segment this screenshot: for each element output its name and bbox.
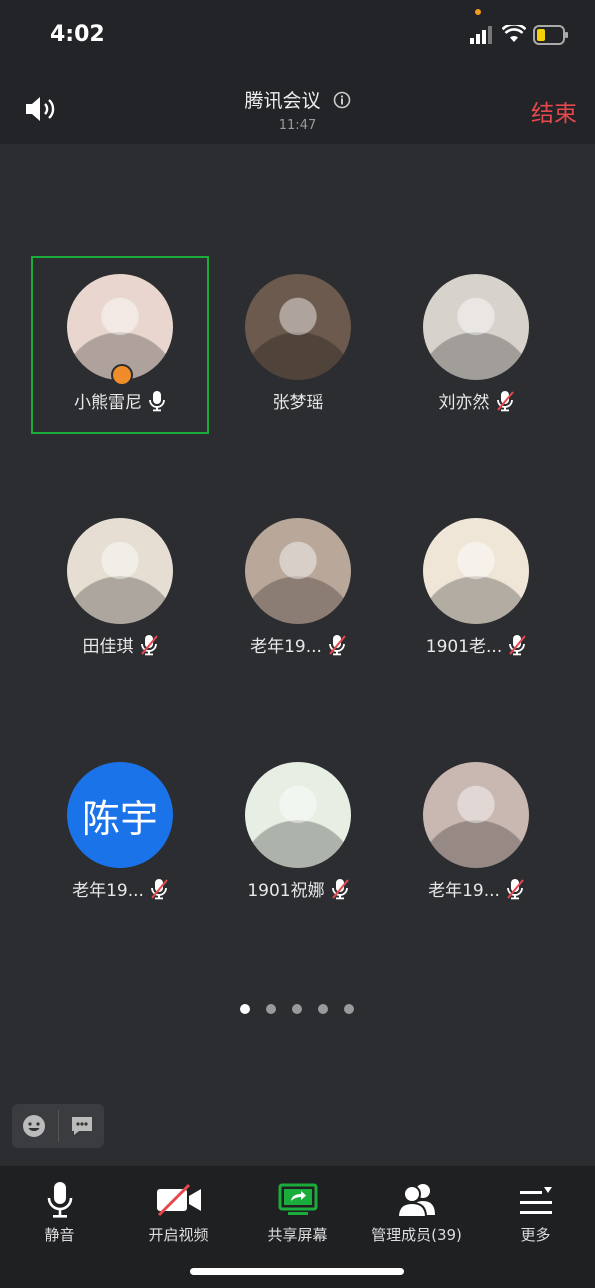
microphone-muted-icon — [496, 390, 514, 411]
host-badge-icon — [111, 364, 133, 386]
mute-label: 静音 — [44, 1226, 75, 1244]
meeting-title[interactable]: 腾讯会议 — [0, 86, 595, 113]
participant-avatar: 陈宇 — [67, 762, 173, 868]
manage-members-label: 管理成员(39) — [371, 1226, 462, 1244]
more-menu-icon — [519, 1187, 552, 1214]
participant-avatar — [245, 518, 351, 624]
participant-tile[interactable]: 张梦瑶 — [209, 256, 387, 434]
share-screen-button[interactable]: 共享屏幕 — [238, 1176, 357, 1245]
participant-name-row: 1901老... — [387, 632, 565, 657]
share-screen-label: 共享屏幕 — [267, 1226, 328, 1244]
participant-tile[interactable]: 刘亦然 — [387, 256, 565, 434]
start-video-button[interactable]: 开启视频 — [119, 1176, 238, 1245]
status-bar: 4:02 — [0, 0, 595, 70]
participant-avatar — [245, 274, 351, 380]
start-video-label: 开启视频 — [148, 1226, 209, 1244]
participant-tile[interactable]: 田佳琪 — [31, 500, 209, 678]
meeting-duration: 11:47 — [278, 118, 317, 133]
participant-name-row: 张梦瑶 — [209, 388, 387, 413]
participant-name: 田佳琪 — [82, 637, 134, 657]
participant-tile[interactable]: 老年19... — [387, 744, 565, 922]
participant-name: 1901祝娜 — [247, 881, 325, 901]
page-dot[interactable] — [292, 1004, 302, 1014]
microphone-muted-icon — [140, 634, 158, 655]
page-indicator[interactable] — [240, 1004, 354, 1014]
meeting-header: 腾讯会议 11:47 结束 — [0, 70, 595, 144]
microphone-icon — [47, 1182, 72, 1218]
page-dot[interactable] — [318, 1004, 328, 1014]
participant-name-row: 老年19... — [209, 632, 387, 657]
avatar-initials: 陈宇 — [81, 796, 158, 841]
participant-avatar — [423, 274, 529, 380]
battery-icon — [533, 25, 568, 45]
participant-tile[interactable]: 小熊雷尼 — [31, 256, 209, 434]
privacy-indicator — [475, 9, 481, 15]
participant-name: 张梦瑶 — [272, 393, 324, 413]
microphone-muted-icon — [509, 634, 527, 655]
participant-name-row: 1901祝娜 — [209, 876, 387, 901]
more-label: 更多 — [520, 1226, 551, 1244]
participant-name: 老年19... — [428, 881, 500, 901]
microphone-muted-icon — [151, 878, 168, 899]
page-dot[interactable] — [266, 1004, 276, 1014]
wifi-icon — [502, 25, 526, 42]
participant-name-row: 老年19... — [387, 876, 565, 901]
participant-name: 老年19... — [72, 881, 144, 901]
video-off-icon — [156, 1183, 201, 1217]
participant-avatar — [67, 518, 173, 624]
info-icon[interactable] — [333, 91, 351, 109]
participant-tile[interactable]: 1901祝娜 — [209, 744, 387, 922]
participant-name: 刘亦然 — [438, 393, 490, 413]
status-time: 4:02 — [50, 22, 105, 47]
microphone-icon — [149, 390, 165, 411]
chat-icon[interactable] — [70, 1115, 94, 1137]
participant-name-row: 老年19... — [31, 876, 209, 901]
microphone-muted-icon — [329, 634, 346, 655]
more-button[interactable]: 更多 — [476, 1176, 595, 1245]
meeting-title-text: 腾讯会议 — [244, 90, 321, 112]
participant-name: 老年19... — [250, 637, 322, 657]
participant-tile[interactable]: 1901老... — [387, 500, 565, 678]
participant-avatar — [423, 518, 529, 624]
microphone-muted-icon — [507, 878, 524, 899]
microphone-muted-icon — [331, 878, 349, 899]
home-indicator[interactable] — [190, 1268, 404, 1275]
share-screen-icon — [278, 1183, 317, 1215]
divider — [58, 1110, 59, 1142]
page-dot[interactable] — [344, 1004, 354, 1014]
participant-name: 小熊雷尼 — [74, 393, 142, 413]
participant-avatar — [245, 762, 351, 868]
participant-name-row: 刘亦然 — [387, 388, 565, 413]
participant-avatar — [423, 762, 529, 868]
members-icon — [396, 1184, 435, 1218]
signal-icon — [470, 26, 492, 44]
participant-tile[interactable]: 老年19... — [209, 500, 387, 678]
participant-name: 1901老... — [425, 637, 503, 657]
page-dot[interactable] — [240, 1004, 250, 1014]
participant-tile[interactable]: 陈宇老年19... — [31, 744, 209, 922]
end-meeting-button[interactable]: 结束 — [531, 94, 577, 128]
reaction-chat-box — [12, 1104, 104, 1148]
participant-name-row: 田佳琪 — [31, 632, 209, 657]
mute-button[interactable]: 静音 — [0, 1176, 119, 1245]
participant-name-row: 小熊雷尼 — [31, 388, 209, 413]
emoji-icon[interactable] — [22, 1114, 46, 1138]
manage-members-button[interactable]: 管理成员(39) — [357, 1176, 476, 1245]
